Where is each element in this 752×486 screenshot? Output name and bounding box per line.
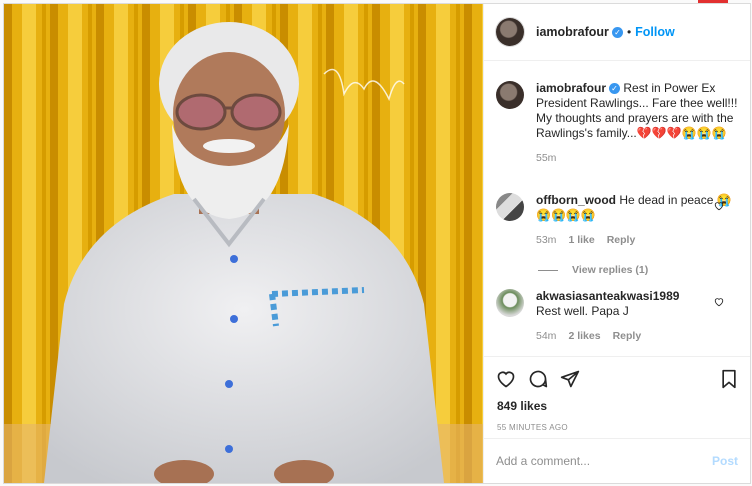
likes-count[interactable]: 849 likes (497, 399, 547, 413)
avatar[interactable] (496, 18, 524, 46)
caption-time[interactable]: 55m (536, 151, 556, 166)
avatar[interactable] (496, 289, 524, 317)
decorative-tab (698, 0, 728, 3)
comment-form: Add a comment... Post (484, 438, 750, 483)
verified-icon: ✓ (611, 26, 623, 38)
post-dialog: iamobrafour ✓ • Follow iamobrafour ✓ Rest… (3, 3, 751, 484)
verified-icon: ✓ (609, 83, 621, 95)
post-image (4, 4, 483, 483)
reply-button[interactable]: Reply (613, 329, 642, 344)
comment-text: Rest well. Papa J (536, 304, 629, 318)
bookmark-icon[interactable] (720, 369, 738, 389)
comment-likes[interactable]: 1 like (568, 233, 594, 248)
comment-icon[interactable] (528, 369, 548, 389)
post-button[interactable]: Post (712, 454, 738, 468)
divider (538, 269, 558, 271)
caption-username[interactable]: iamobrafour (536, 81, 606, 95)
post-time[interactable]: 55 MINUTES AGO (497, 423, 568, 432)
view-replies-label: View replies (1) (572, 264, 649, 276)
reply-button[interactable]: Reply (607, 233, 636, 248)
post-sidebar: iamobrafour ✓ • Follow iamobrafour ✓ Rest… (483, 4, 750, 483)
post-header: iamobrafour ✓ • Follow (484, 4, 750, 61)
view-replies-button[interactable]: View replies (1) (538, 264, 648, 276)
avatar[interactable] (496, 81, 524, 109)
comment-input[interactable]: Add a comment... (496, 454, 712, 468)
caption: iamobrafour ✓ Rest in Power Ex President … (484, 81, 750, 166)
share-icon[interactable] (560, 369, 580, 389)
comment-time[interactable]: 53m (536, 233, 556, 248)
separator: • (626, 25, 632, 39)
post-username[interactable]: iamobrafour (536, 25, 609, 39)
comment-username[interactable]: offborn_wood (536, 193, 616, 207)
heart-icon[interactable] (714, 297, 724, 307)
comment-item: akwasiasanteakwasi1989 Rest well. Papa J… (484, 289, 750, 344)
heart-icon[interactable] (714, 201, 724, 211)
comment-username[interactable]: akwasiasanteakwasi1989 (536, 289, 679, 303)
follow-button[interactable]: Follow (635, 25, 675, 39)
comments-list[interactable]: iamobrafour ✓ Rest in Power Ex President … (484, 61, 750, 356)
comment-likes[interactable]: 2 likes (568, 329, 600, 344)
action-bar: 849 likes 55 MINUTES AGO (484, 356, 750, 438)
heart-icon[interactable] (496, 369, 516, 389)
avatar[interactable] (496, 193, 524, 221)
post-photo[interactable] (4, 4, 483, 483)
comment-item: offborn_wood He dead in peace 😭😭😭😭😭 53m … (484, 193, 750, 248)
comment-time[interactable]: 54m (536, 329, 556, 344)
